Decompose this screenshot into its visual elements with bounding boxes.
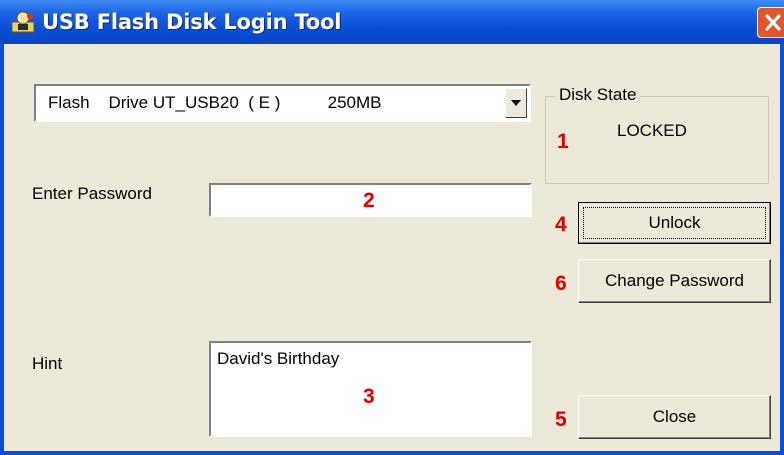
window-title: USB Flash Disk Login Tool [42,10,342,34]
marker-4: 4 [555,213,567,236]
change-password-button-label: Change Password [605,271,744,290]
disk-state-value: LOCKED [617,121,687,140]
unlock-button[interactable]: Unlock [578,202,771,244]
app-icon [11,11,35,33]
chevron-down-icon [511,100,521,106]
dialog-window: USB Flash Disk Login Tool Flash Drive UT… [0,0,784,455]
dialog-body: Flash Drive UT_USB20 ( E ) 250MB Disk St… [4,44,780,451]
close-button-label: Close [652,407,697,426]
title-bar[interactable]: USB Flash Disk Login Tool [0,0,784,44]
disk-state-group-title: Disk State [555,85,641,105]
drive-select-value: Flash Drive UT_USB20 ( E ) 250MB [48,93,382,112]
marker-1: 1 [557,130,569,153]
hint-label: Hint [32,354,63,373]
marker-2: 2 [363,189,375,212]
window-close-button[interactable] [757,7,784,38]
marker-5: 5 [555,408,567,431]
drive-select-dropdown-button[interactable] [505,88,527,118]
close-button[interactable]: Close [578,395,771,439]
marker-6: 6 [555,272,567,295]
hint-value: David's Birthday [217,349,340,368]
drive-select[interactable]: Flash Drive UT_USB20 ( E ) 250MB [34,84,531,122]
password-label: Enter Password [32,184,152,203]
marker-3: 3 [363,385,375,408]
change-password-button[interactable]: Change Password [578,259,771,303]
focus-ring [583,207,766,239]
close-icon [765,14,781,31]
